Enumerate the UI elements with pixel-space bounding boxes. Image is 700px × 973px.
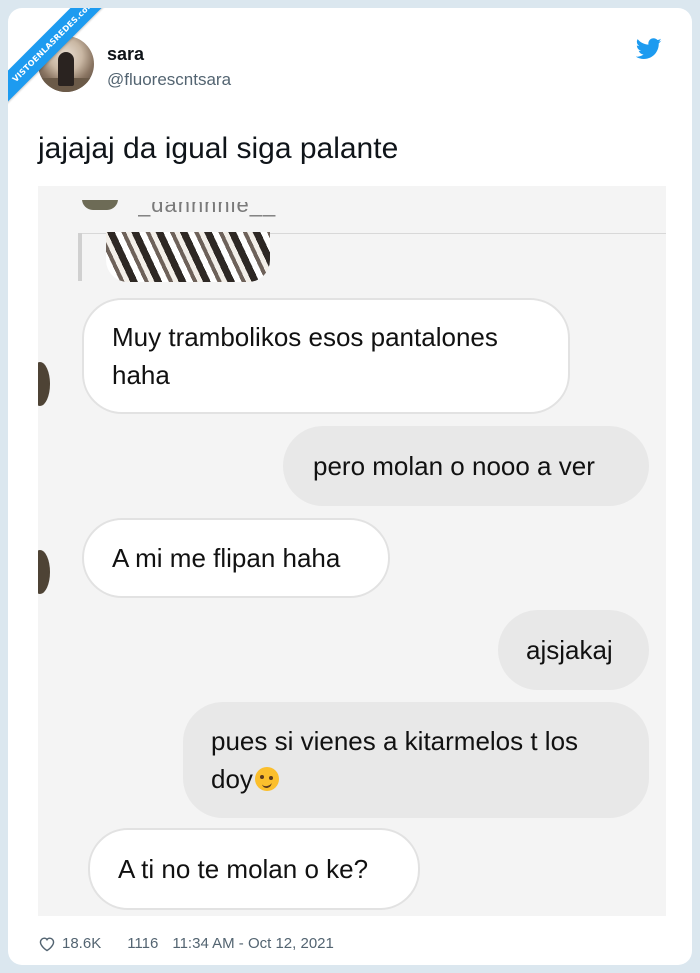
sender-avatar — [38, 550, 50, 594]
tweet-meta: 18.6K 1116 11:34 AM - Oct 12, 2021 — [38, 935, 334, 952]
like-count[interactable]: 18.6K — [62, 935, 101, 952]
tweet-text: jajajaj da igual siga palante — [38, 132, 399, 165]
chat-screenshot[interactable]: _danhhhle__ Muy trambolikos esos pantalo… — [38, 186, 666, 916]
author-name[interactable]: sara — [107, 44, 144, 65]
cut-username: _danhhhle__ — [138, 192, 277, 217]
reply-indicator — [78, 233, 82, 281]
shared-image-thumbnail — [106, 232, 270, 282]
message-text: A mi me flipan haha — [112, 543, 341, 573]
message-bubble-received: A ti no te molan o ke? — [88, 828, 420, 910]
woozy-face-icon — [254, 767, 279, 791]
message-bubble-sent: ajsjakaj — [498, 610, 649, 690]
cut-avatar — [82, 200, 118, 210]
message-text: ajsjakaj — [526, 635, 613, 665]
message-text: pero molan o nooo a ver — [313, 451, 595, 481]
tweet-card: VISTOENLASREDES .com sara @fluorescntsara… — [8, 8, 692, 965]
message-bubble-sent: pues si vienes a kitarmelos t los doy — [183, 702, 649, 818]
sender-avatar — [38, 362, 50, 406]
message-text: A ti no te molan o ke? — [118, 854, 369, 884]
heart-icon[interactable] — [38, 936, 56, 952]
retweet-count[interactable]: 1116 — [127, 935, 158, 952]
message-bubble-sent: pero molan o nooo a ver — [283, 426, 649, 506]
tweet-timestamp[interactable]: 11:34 AM - Oct 12, 2021 — [172, 935, 333, 952]
message-text: Muy trambolikos esos pantalones haha — [112, 322, 498, 390]
message-bubble-received: A mi me flipan haha — [82, 518, 390, 598]
message-bubble-received: Muy trambolikos esos pantalones haha — [82, 298, 570, 414]
author-handle[interactable]: @fluorescntsara — [107, 70, 231, 90]
twitter-bird-icon[interactable] — [636, 38, 662, 60]
